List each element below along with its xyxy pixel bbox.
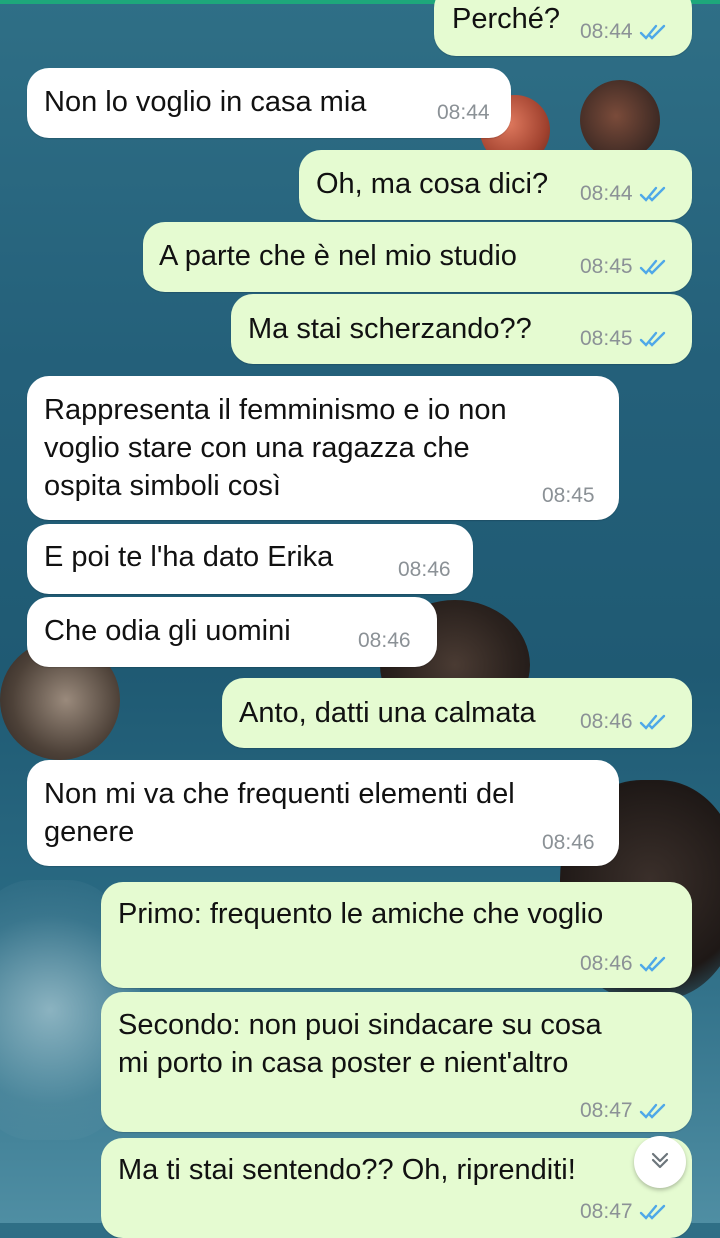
double-check-icon (639, 258, 669, 276)
message-text: E poi te l'ha dato Erika (44, 541, 334, 573)
message-meta: 08:46 (580, 952, 669, 976)
message-text: Ma ti stai sentendo?? Oh, riprenditi! (118, 1154, 576, 1186)
message-text: Primo: frequento le amiche che voglio (118, 898, 604, 930)
message-meta: 08:44 (580, 182, 669, 206)
message-incoming[interactable]: Rappresenta il femminismo e io non vogli… (27, 376, 619, 520)
message-time: 08:46 (358, 629, 411, 652)
message-incoming[interactable]: E poi te l'ha dato Erika 08:46 (27, 524, 473, 594)
scroll-to-bottom-button[interactable] (634, 1136, 686, 1188)
double-check-icon (639, 955, 669, 973)
wallpaper-figure (580, 80, 660, 160)
message-time: 08:44 (437, 101, 490, 124)
message-meta: 08:47 (580, 1200, 669, 1224)
message-text-line: ospita simboli così (44, 470, 281, 502)
message-outgoing[interactable]: Primo: frequento le amiche che voglio 08… (101, 882, 692, 988)
message-outgoing[interactable]: Perché? 08:44 (434, 0, 692, 56)
double-check-icon (639, 185, 669, 203)
message-incoming[interactable]: Non mi va che frequenti elementi del gen… (27, 760, 619, 866)
message-time: 08:45 (580, 255, 633, 278)
message-text: Anto, datti una calmata (239, 697, 536, 729)
message-time: 08:47 (580, 1099, 633, 1122)
message-text: Ma stai scherzando?? (248, 313, 532, 345)
message-text-line: Rappresenta il femminismo e io non (44, 394, 507, 426)
message-incoming[interactable]: Non lo voglio in casa mia 08:44 (27, 68, 511, 138)
message-time: 08:44 (580, 182, 633, 205)
message-meta: 08:45 (542, 484, 595, 508)
message-text-line: Non mi va che frequenti elementi del (44, 778, 515, 810)
message-meta: 08:46 (542, 831, 595, 855)
message-time: 08:47 (580, 1200, 633, 1223)
message-meta: 08:44 (437, 101, 490, 125)
message-time: 08:45 (542, 484, 595, 507)
message-text-line: voglio stare con una ragazza che (44, 432, 470, 464)
message-outgoing[interactable]: Anto, datti una calmata 08:46 (222, 678, 692, 748)
double-check-icon (639, 330, 669, 348)
message-time: 08:46 (580, 710, 633, 733)
message-outgoing[interactable]: A parte che è nel mio studio 08:45 (143, 222, 692, 292)
double-check-icon (639, 1102, 669, 1120)
message-meta: 08:46 (358, 629, 411, 653)
message-incoming[interactable]: Che odia gli uomini 08:46 (27, 597, 437, 667)
message-meta: 08:47 (580, 1099, 669, 1123)
message-time: 08:44 (580, 20, 633, 43)
message-meta: 08:45 (580, 327, 669, 351)
message-meta: 08:46 (398, 558, 451, 582)
message-meta: 08:45 (580, 255, 669, 279)
message-meta: 08:46 (580, 710, 669, 734)
message-text: Perché? (452, 3, 561, 35)
message-text-line: Secondo: non puoi sindacare su cosa (118, 1009, 602, 1041)
message-outgoing[interactable]: Ma stai scherzando?? 08:45 (231, 294, 692, 364)
message-outgoing[interactable]: Ma ti stai sentendo?? Oh, riprenditi! 08… (101, 1138, 692, 1238)
message-outgoing[interactable]: Oh, ma cosa dici? 08:44 (299, 150, 692, 220)
double-check-icon (639, 713, 669, 731)
message-time: 08:46 (580, 952, 633, 975)
message-text: Oh, ma cosa dici? (316, 168, 549, 200)
double-check-icon (639, 1203, 669, 1221)
message-time: 08:46 (398, 558, 451, 581)
message-outgoing[interactable]: Secondo: non puoi sindacare su cosa mi p… (101, 992, 692, 1132)
message-text: Che odia gli uomini (44, 615, 291, 647)
message-time: 08:46 (542, 831, 595, 854)
message-text-line: genere (44, 816, 135, 848)
message-text-line: mi porto in casa poster e nient'altro (118, 1047, 569, 1079)
message-meta: 08:44 (580, 20, 669, 44)
message-text: Non lo voglio in casa mia (44, 86, 367, 118)
double-check-icon (639, 23, 669, 41)
message-text: A parte che è nel mio studio (159, 240, 517, 272)
chevron-double-down-icon (648, 1148, 672, 1177)
message-time: 08:45 (580, 327, 633, 350)
